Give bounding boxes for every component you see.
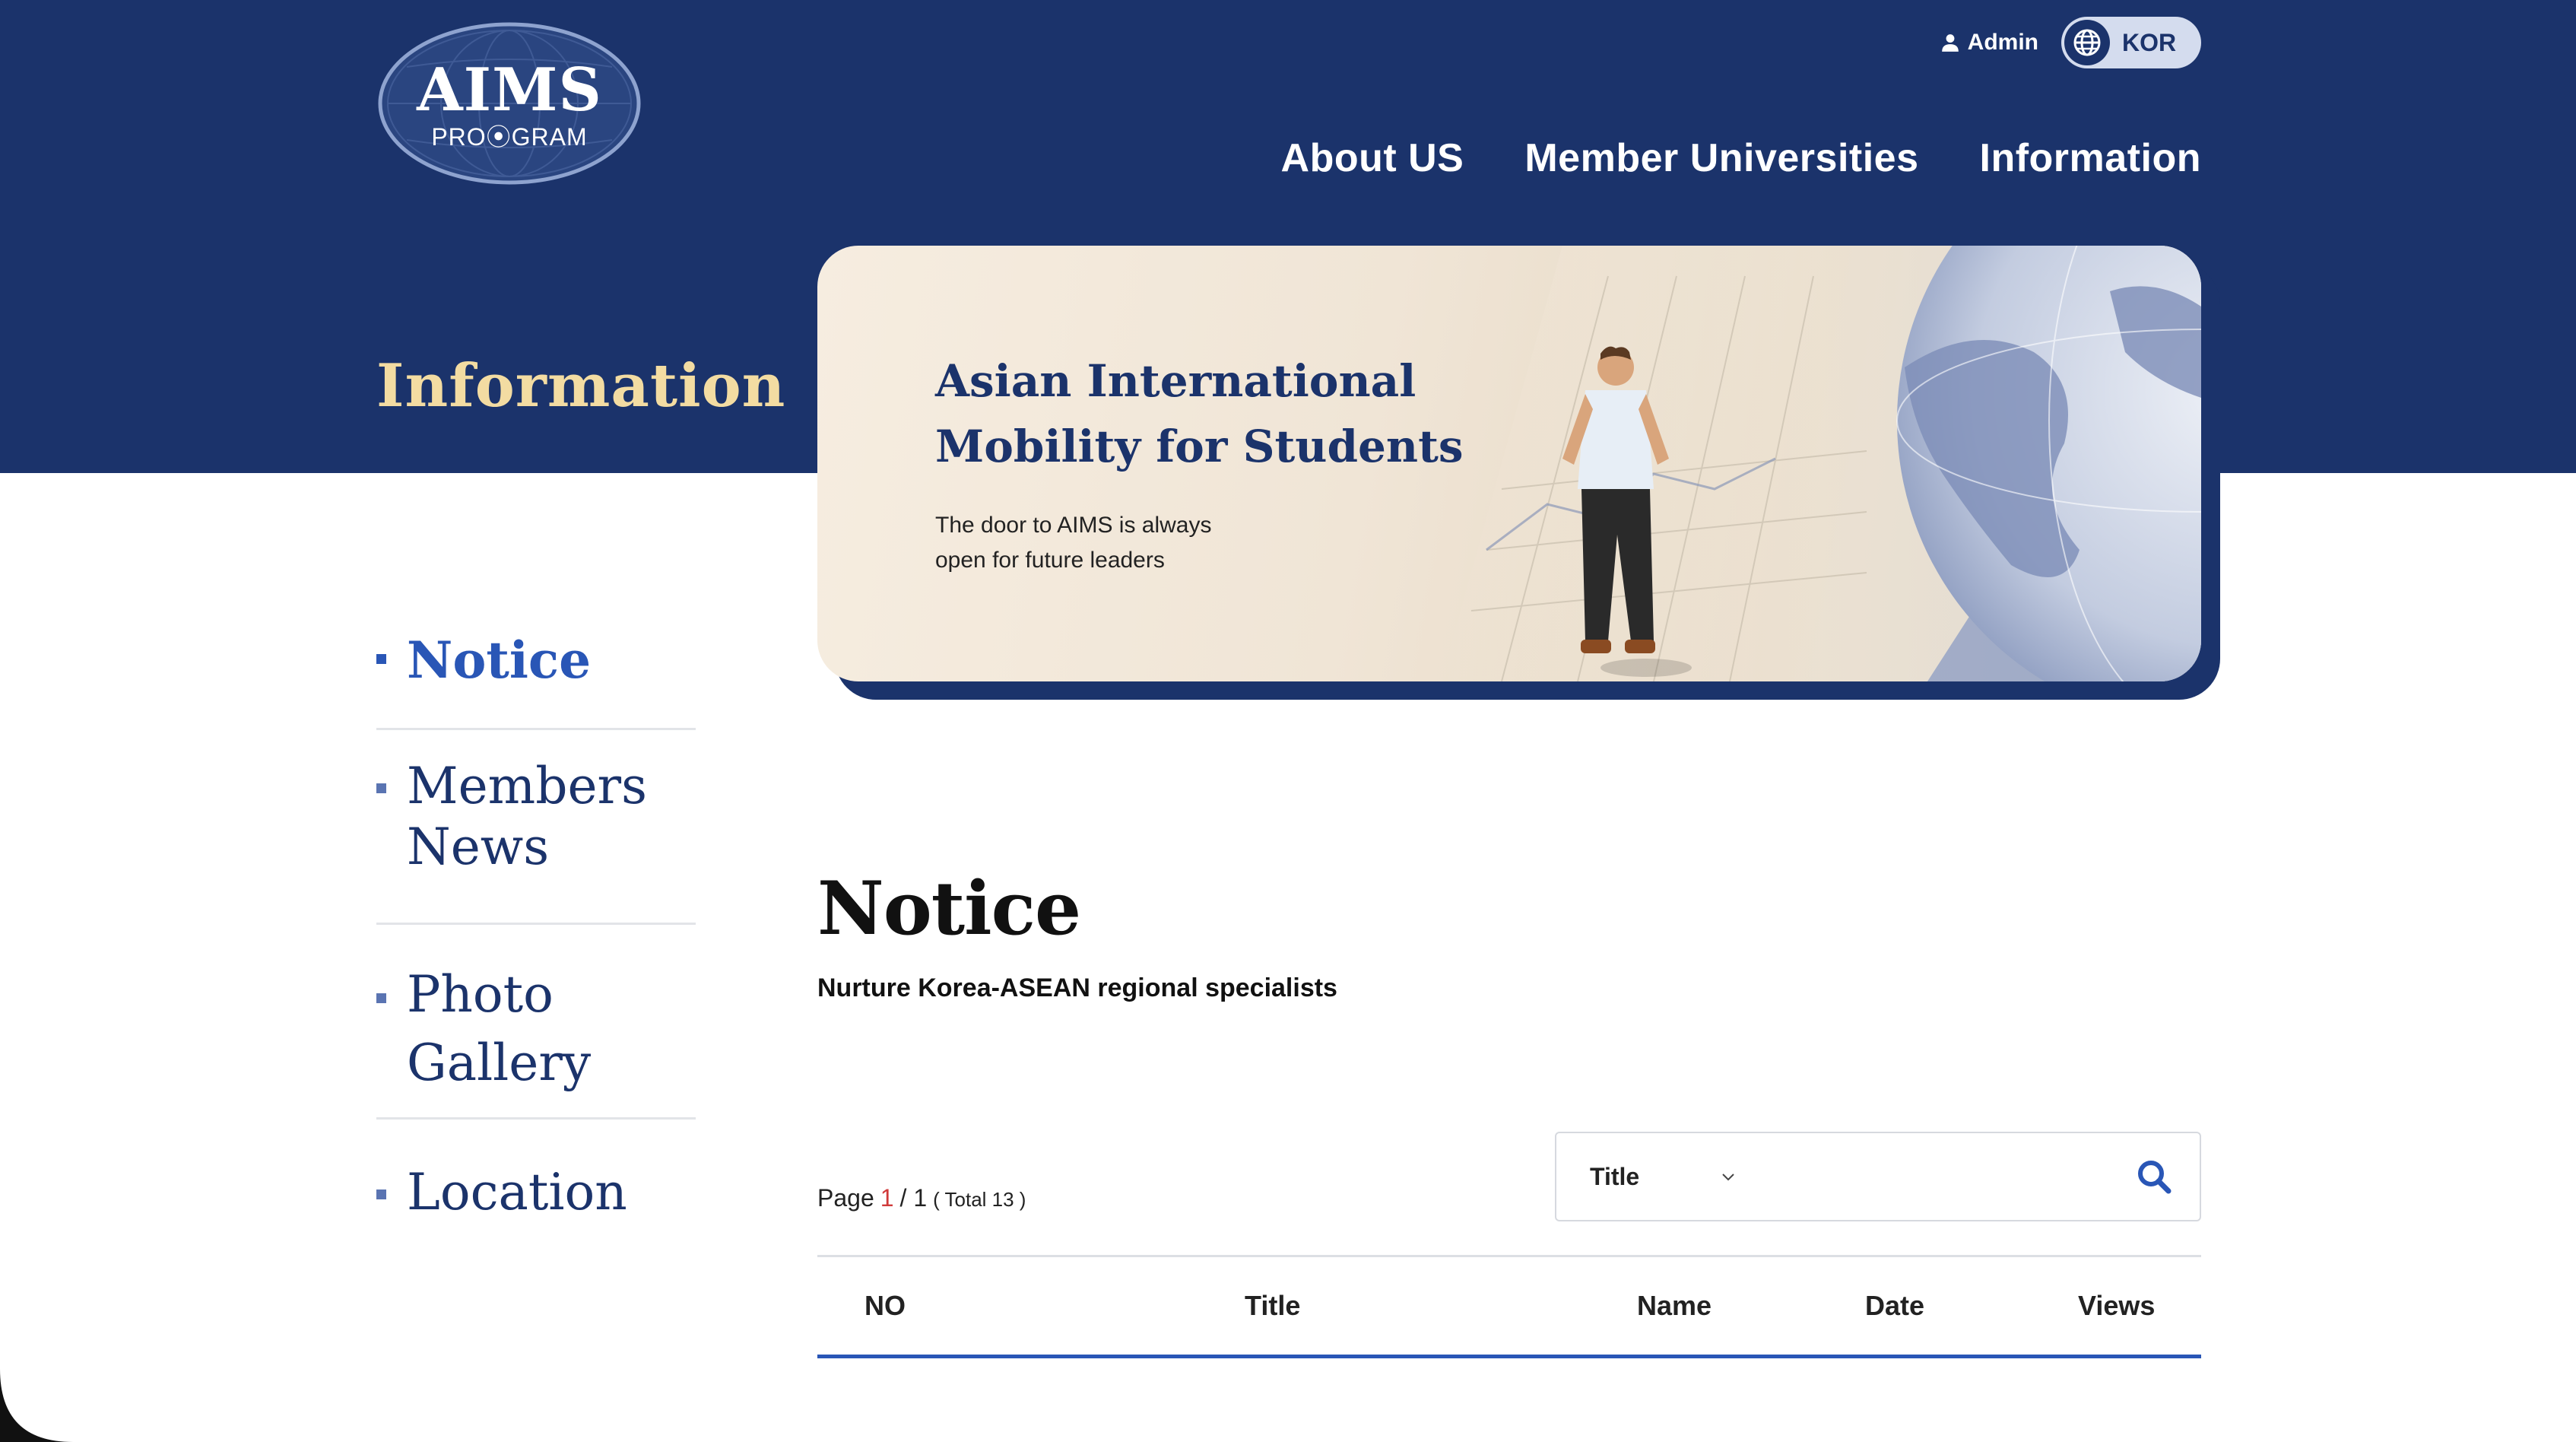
page-subtitle: Nurture Korea-ASEAN regional specialists — [817, 974, 1337, 1002]
search-field-select[interactable]: Title — [1556, 1133, 1754, 1220]
bullet-marker — [376, 783, 386, 793]
bullet-marker — [376, 654, 386, 664]
nav-about-us[interactable]: About US — [1281, 135, 1464, 181]
hero-title-line2: Mobility for Students — [935, 421, 1464, 472]
page-count: / 1 — [899, 1184, 928, 1212]
side-nav-label-line1: Photo — [407, 965, 554, 1024]
side-nav-label-line2: News — [407, 818, 550, 876]
page-title: Notice — [817, 866, 1081, 951]
nav-information[interactable]: Information — [1980, 135, 2201, 181]
board-table-header: NO Title Name Date Views — [817, 1255, 2201, 1358]
side-nav-members-news[interactable]: Members News — [376, 730, 696, 925]
side-nav-label: Photo Gallery — [407, 961, 591, 1097]
section-heading: Information — [376, 351, 786, 421]
chevron-down-icon — [1722, 1174, 1734, 1181]
page: AIMS PRO⦿GRAM Admin KOR About US Member … — [0, 0, 2576, 1442]
side-nav-label: Location — [407, 1163, 627, 1221]
search-button[interactable] — [2108, 1133, 2200, 1220]
search-field-value: Title — [1590, 1162, 1640, 1190]
column-header-title[interactable]: Title — [1245, 1257, 1300, 1355]
user-icon — [1941, 34, 1959, 52]
search-box: Title — [1555, 1132, 2201, 1221]
logo-wordmark: AIMS — [417, 56, 602, 125]
globe-icon — [2064, 20, 2110, 65]
hero-title-line1: Asian International — [935, 355, 1416, 407]
search-input[interactable] — [1754, 1133, 2108, 1220]
column-header-date[interactable]: Date — [1865, 1257, 1924, 1355]
side-nav-label: Members News — [407, 756, 647, 878]
aims-logo[interactable]: AIMS PRO⦿GRAM — [376, 21, 642, 186]
page-info: Page 1 / 1 ( Total 13 ) — [817, 1184, 1026, 1212]
top-utility-bar: Admin KOR — [1940, 17, 2201, 68]
side-nav-label: Notice — [407, 630, 592, 690]
admin-link[interactable]: Admin — [1940, 30, 2038, 56]
current-page: 1 — [880, 1184, 894, 1212]
language-toggle[interactable]: KOR — [2061, 17, 2201, 68]
side-nav-notice[interactable]: Notice — [376, 624, 696, 730]
column-header-name[interactable]: Name — [1637, 1257, 1712, 1355]
side-nav-location[interactable]: Location — [376, 1120, 696, 1241]
total-count: ( Total 13 ) — [933, 1188, 1026, 1211]
language-label: KOR — [2122, 28, 2177, 56]
side-nav-photo-gallery[interactable]: Photo Gallery — [376, 925, 696, 1120]
nav-member-universities[interactable]: Member Universities — [1524, 135, 1918, 181]
hero-subtitle: The door to AIMS is always open for futu… — [935, 508, 1285, 578]
side-nav: Notice Members News Photo Gallery Locati… — [376, 624, 696, 1241]
bullet-marker — [376, 1189, 386, 1199]
hero-banner: Asian International Mobility for Student… — [817, 246, 2201, 681]
logo-subtext: PRO⦿GRAM — [431, 123, 588, 151]
side-nav-label-line2: Gallery — [407, 1034, 592, 1092]
bullet-marker — [376, 993, 386, 1003]
hero-subtitle-line2: open for future leaders — [935, 548, 1165, 573]
hero-title: Asian International Mobility for Student… — [935, 348, 1620, 479]
window-corner — [0, 1369, 73, 1442]
side-nav-label-line1: Members — [407, 757, 647, 815]
admin-label: Admin — [1967, 30, 2038, 55]
hero-subtitle-line1: The door to AIMS is always — [935, 513, 1212, 538]
column-header-views[interactable]: Views — [2078, 1257, 2155, 1355]
search-icon — [2138, 1161, 2172, 1194]
page-word: Page — [817, 1184, 874, 1212]
main-nav: About US Member Universities Information — [1281, 135, 2201, 181]
column-header-no[interactable]: NO — [864, 1257, 906, 1355]
